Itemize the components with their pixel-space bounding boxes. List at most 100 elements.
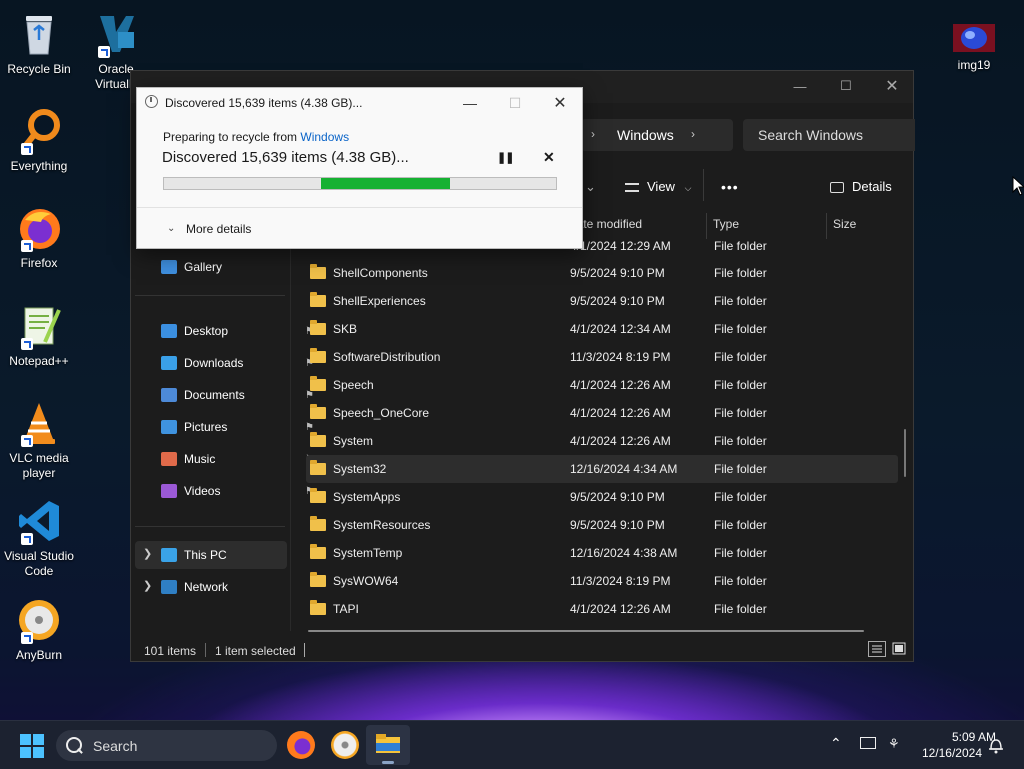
firefox-taskbar-icon[interactable] (287, 731, 315, 759)
more-details-button[interactable]: More details (186, 222, 251, 236)
file-row[interactable]: System32 12/16/2024 4:34 AM File folder (306, 455, 898, 483)
videos-icon (161, 484, 177, 498)
desktop-icon-notepadpp[interactable]: Notepad++ (1, 302, 77, 369)
column-header-type[interactable]: Type (713, 217, 739, 231)
folder-icon (310, 264, 326, 279)
desktop-icon-img19[interactable]: img19 (936, 22, 1012, 73)
nav-item-documents[interactable]: Documents ⚑ (161, 381, 316, 409)
column-separator[interactable] (706, 213, 707, 239)
cancel-button[interactable]: ✕ (543, 149, 555, 166)
file-row[interactable]: SysWOW64 11/3/2024 8:19 PM File folder (306, 567, 898, 595)
shortcut-arrow-icon (21, 338, 33, 350)
file-row[interactable]: Speech 4/1/2024 12:26 AM File folder (306, 371, 898, 399)
nav-item-label: Pictures (184, 420, 228, 434)
desktop-icon-anyburn[interactable]: AnyBurn (1, 596, 77, 663)
breadcrumb-current[interactable]: Windows (617, 127, 674, 143)
file-date: 4/1/2024 12:26 AM (570, 602, 671, 616)
windows-logo-icon (20, 734, 44, 758)
file-row[interactable]: SystemTemp 12/16/2024 4:38 AM File folder (306, 539, 898, 567)
horizontal-scrollbar[interactable] (308, 630, 864, 632)
desktop-icon-firefox[interactable]: Firefox (1, 204, 77, 271)
file-type: File folder (714, 462, 767, 476)
more-options-button[interactable]: ••• (721, 179, 739, 195)
dialog-title: Discovered 15,639 items (4.38 GB)... (165, 96, 363, 110)
file-type: File folder (714, 406, 767, 420)
chevron-down-icon[interactable]: ⌄ (585, 179, 596, 195)
file-row[interactable]: System 4/1/2024 12:26 AM File folder (306, 427, 898, 455)
network-status-icon[interactable] (860, 737, 876, 749)
nav-item-videos[interactable]: Videos⚑ (161, 477, 316, 505)
desktop-icon-everything[interactable]: Everything (1, 107, 77, 174)
column-header-size[interactable]: Size (833, 217, 856, 231)
everything-icon (15, 107, 63, 155)
file-row[interactable]: Speech_OneCore 4/1/2024 12:26 AM File fold… (306, 399, 898, 427)
nav-item-desktop[interactable]: Desktop⚑ (161, 317, 316, 345)
desktop-icon-vlc[interactable]: VLC media player (1, 399, 77, 481)
nav-item-pictures[interactable]: Pictures ⚑ (161, 413, 316, 441)
nav-item-this-pc[interactable]: This PC (161, 541, 316, 569)
volume-muted-icon[interactable]: ⚘ (888, 736, 900, 752)
explorer-taskbar-button[interactable] (366, 725, 410, 765)
status-item-count: 101 items (144, 644, 197, 658)
desktop-icon-label: Everything (10, 159, 68, 173)
pause-button[interactable]: ❚❚ (497, 151, 514, 164)
file-date: 4/1/2024 12:34 AM (570, 322, 671, 336)
file-row[interactable]: ShellExperiences 9/5/2024 9:10 PM File fol… (306, 287, 898, 315)
notification-bell-icon[interactable] (988, 736, 1004, 757)
clock-date[interactable]: 12/16/2024 (910, 746, 982, 760)
file-row[interactable]: SoftwareDistribution 11/3/2024 8:19 PM Fil… (306, 343, 898, 371)
nav-item-gallery[interactable]: Gallery (161, 253, 316, 281)
desktop-icon-recycle-bin[interactable]: Recycle Bin (1, 10, 77, 77)
anyburn-taskbar-icon[interactable] (331, 731, 359, 759)
close-button[interactable]: ✕ (537, 90, 583, 116)
search-input[interactable]: Search Windows (743, 119, 915, 151)
chevron-right-icon[interactable]: › (691, 127, 695, 141)
desktop-icon-label: Recycle Bin (7, 62, 71, 76)
nav-item-network[interactable]: Network (161, 573, 316, 601)
file-row[interactable]: ShellComponents 9/5/2024 9:10 PM File fold… (306, 259, 898, 287)
nav-item-label: This PC (184, 548, 227, 562)
file-date: 9/5/2024 9:10 PM (570, 266, 665, 280)
folder-icon (310, 348, 326, 363)
nav-item-downloads[interactable]: Downloads ⚑ (161, 349, 316, 377)
desktop-icon-label: Visual Studio Code (4, 549, 74, 578)
gallery-icon (161, 260, 177, 274)
maximize-button[interactable]: ☐ (823, 71, 869, 101)
documents-icon (161, 388, 177, 402)
nav-divider (135, 526, 285, 527)
expand-chevron-icon[interactable]: ❯ (143, 547, 152, 560)
folder-icon (310, 292, 326, 307)
file-name: ShellExperiences (333, 294, 426, 308)
vscode-icon (15, 497, 63, 545)
recycle-progress-dialog[interactable]: Discovered 15,639 items (4.38 GB)... — ☐… (136, 87, 583, 249)
file-date: 9/5/2024 9:10 PM (570, 294, 665, 308)
file-row[interactable]: SystemResources 9/5/2024 9:10 PM File fold… (306, 511, 898, 539)
file-type: File folder (714, 490, 767, 504)
minimize-button[interactable]: — (777, 71, 823, 101)
details-pane-button[interactable]: Details (830, 179, 892, 194)
expand-chevron-icon[interactable]: ❯ (143, 579, 152, 592)
show-hidden-icons-chevron[interactable]: ⌃ (830, 735, 842, 752)
shortcut-arrow-icon (21, 632, 33, 644)
desktop-icon-vscode[interactable]: Visual Studio Code (1, 497, 77, 579)
close-button[interactable]: ✕ (869, 71, 915, 101)
file-name: System (333, 434, 374, 448)
chevron-down-icon[interactable]: ⌄ (167, 223, 175, 234)
file-type: File folder (714, 266, 767, 280)
nav-item-music[interactable]: Music⚑ (161, 445, 316, 473)
address-bar[interactable]: › Windows › (581, 119, 733, 151)
file-row[interactable]: SystemApps 9/5/2024 9:10 PM File folder (306, 483, 898, 511)
details-view-icon[interactable] (868, 641, 886, 657)
clock-time[interactable]: 5:09 AM (920, 730, 996, 744)
vertical-scrollbar[interactable] (904, 429, 906, 477)
start-button[interactable] (20, 734, 44, 758)
file-row[interactable]: SKB 4/1/2024 12:34 AM File folder (306, 315, 898, 343)
mouse-cursor-icon (1012, 175, 1024, 199)
large-icons-view-icon[interactable] (891, 641, 907, 657)
file-row[interactable]: TAPI 4/1/2024 12:26 AM File folder (306, 595, 898, 623)
column-separator[interactable] (826, 213, 827, 239)
minimize-button[interactable]: — (447, 90, 493, 116)
taskbar-search[interactable]: Search (56, 730, 277, 761)
source-folder-link[interactable]: Windows (300, 130, 349, 144)
view-menu-button[interactable]: View ⌵ (625, 179, 691, 194)
